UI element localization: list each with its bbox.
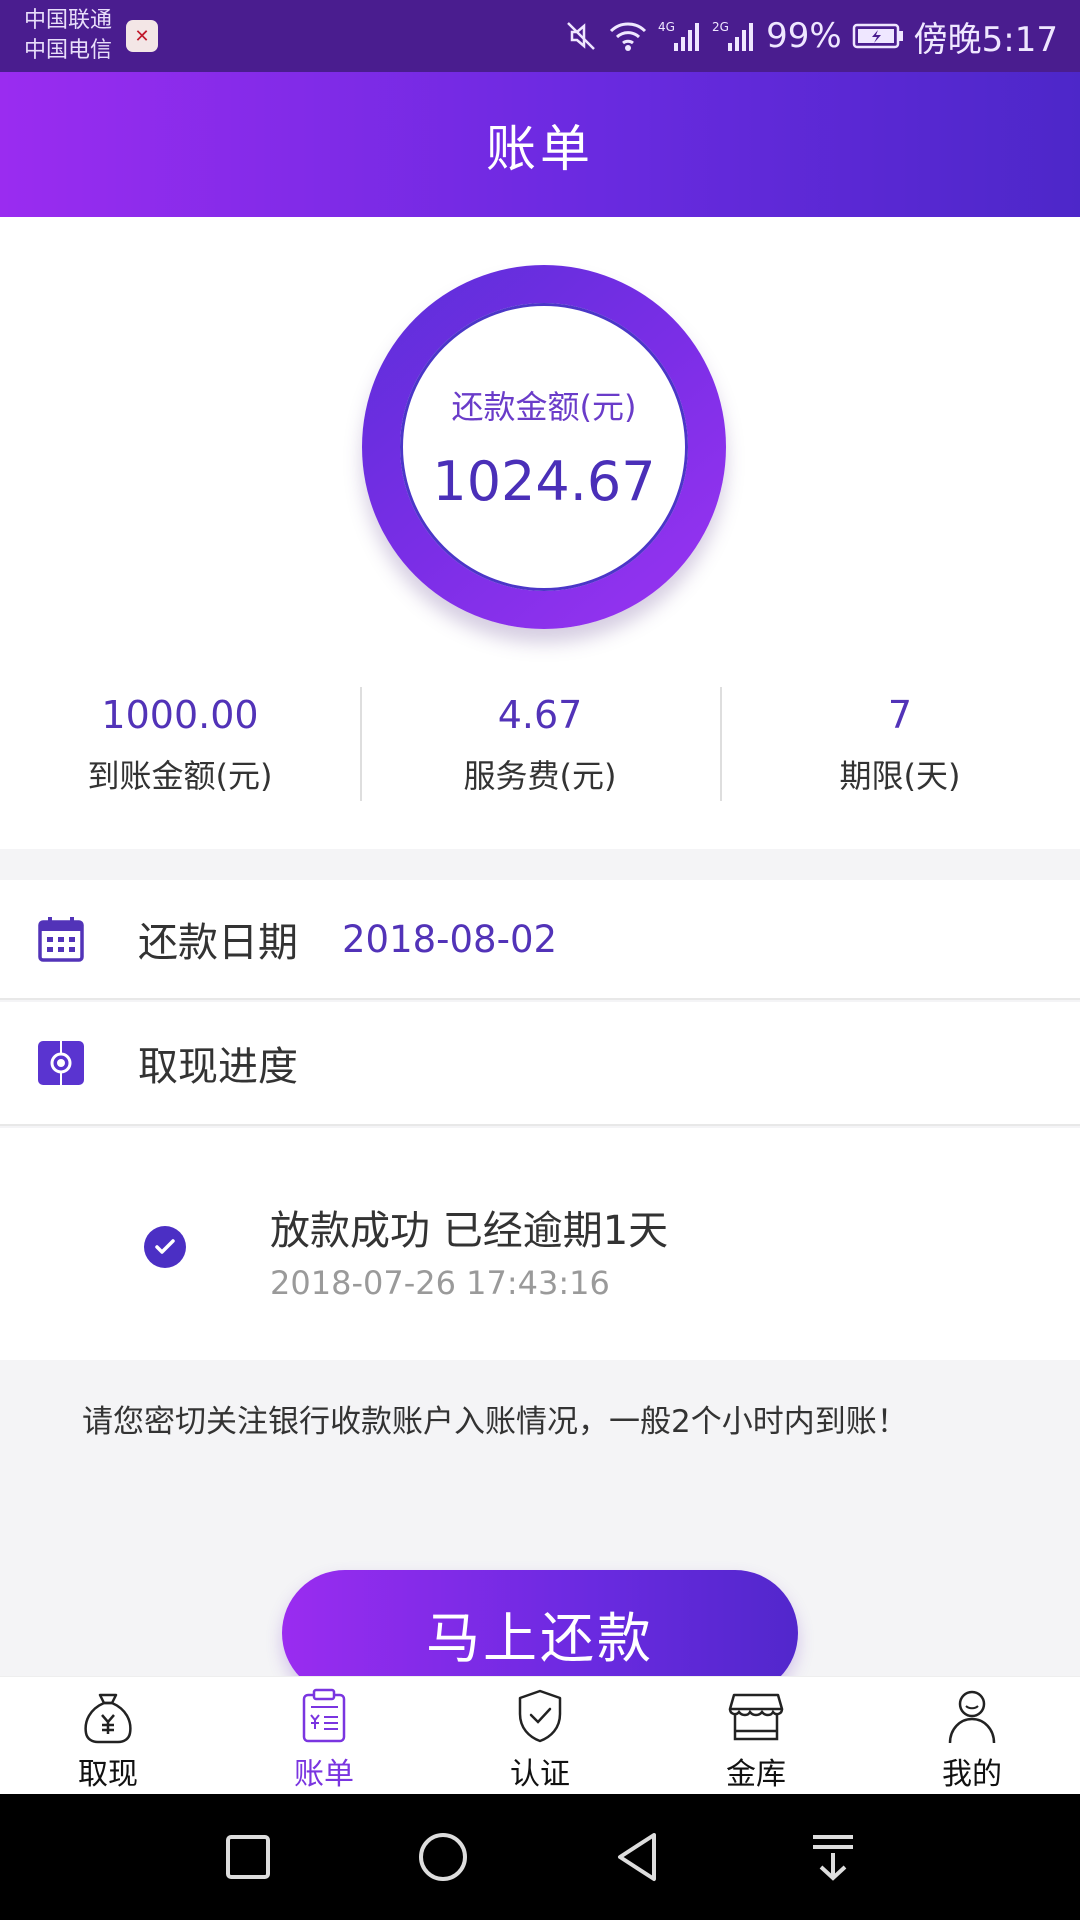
repay-date-label: 还款日期 [138, 920, 298, 966]
battery-icon [852, 21, 904, 51]
bill-icon [302, 1688, 346, 1743]
home-icon[interactable] [415, 1829, 471, 1885]
carrier-2: 中国电信 [24, 38, 113, 63]
bottom-tab-bar: 取现 账单 认证 金库 我的 [0, 1676, 1080, 1794]
tab-mine[interactable]: 我的 [864, 1677, 1080, 1794]
status-bar: 中国联通 中国电信 ✕ 4G 2G 99% 傍晚5:17 [0, 0, 1080, 72]
tab-label: 我的 [942, 1757, 1002, 1792]
carrier-app-icon: ✕ [126, 20, 158, 52]
stat-label: 期限(天) [839, 757, 961, 795]
tab-verify[interactable]: 认证 [432, 1677, 648, 1794]
repayment-amount-value: 1024.67 [432, 449, 656, 513]
stat-value: 4.67 [497, 693, 583, 737]
repayment-amount-label: 还款金额(元) [451, 387, 637, 426]
user-icon [948, 1690, 996, 1744]
shield-check-icon [518, 1689, 562, 1743]
stat-label: 到账金额(元) [87, 757, 273, 795]
signal-4g-icon: 4G [658, 19, 702, 53]
carrier-1: 中国联通 [24, 8, 113, 33]
notice-text: 请您密切关注银行收款账户入账情况，一般2个小时内到账！ [82, 1404, 908, 1440]
wifi-icon [608, 19, 648, 53]
tab-withdraw[interactable]: 取现 [0, 1677, 216, 1794]
recent-apps-icon[interactable] [220, 1829, 276, 1885]
repay-date-value: 2018-08-02 [342, 917, 558, 961]
system-nav-bar [0, 1794, 1080, 1920]
stat-value: 7 [887, 693, 913, 737]
battery-percent: 99% [766, 16, 842, 56]
page-title: 账单 [486, 119, 594, 178]
carrier-names: 中国联通 中国电信 [24, 6, 112, 66]
network-1-label: 4G [658, 20, 675, 34]
repay-date-row: 还款日期 2018-08-02 [0, 880, 1080, 1000]
store-icon [728, 1693, 784, 1741]
withdraw-progress-label: 取现进度 [138, 1044, 298, 1090]
notification-pull-down-icon[interactable] [805, 1829, 861, 1885]
stat-service-fee: 4.67 服务费(元) [360, 685, 720, 805]
money-bag-icon [84, 1693, 132, 1744]
progress-step-title: 放款成功 已经逾期1天 [270, 1208, 669, 1254]
tab-label: 账单 [294, 1757, 354, 1792]
clock: 傍晚5:17 [913, 19, 1058, 60]
app-header: 账单 [0, 72, 1080, 217]
tab-label: 取现 [78, 1757, 138, 1792]
tab-bill[interactable]: 账单 [216, 1677, 432, 1794]
stat-value: 1000.00 [101, 693, 259, 737]
signal-2g-icon: 2G [712, 19, 756, 53]
check-icon [144, 1226, 186, 1268]
bill-summary: 还款金额(元) 1024.67 1000.00 到账金额(元) 4.67 服务费… [0, 217, 1080, 849]
bill-stats: 1000.00 到账金额(元) 4.67 服务费(元) 7 期限(天) [0, 685, 1080, 805]
mute-icon [564, 19, 598, 53]
back-icon[interactable] [610, 1829, 666, 1885]
network-2-label: 2G [712, 20, 729, 34]
progress-step: 放款成功 已经逾期1天 2018-07-26 17:43:16 [0, 1128, 1080, 1360]
status-icons: 4G 2G 99% 傍晚5:17 [564, 0, 1058, 72]
withdraw-progress-row: 取现进度 [0, 1002, 1080, 1126]
calendar-icon [38, 917, 84, 962]
tab-vault[interactable]: 金库 [648, 1677, 864, 1794]
stat-label: 服务费(元) [463, 757, 617, 795]
tab-label: 金库 [726, 1757, 786, 1792]
stat-received-amount: 1000.00 到账金额(元) [0, 685, 360, 805]
stat-term: 7 期限(天) [720, 685, 1080, 805]
repayment-ring: 还款金额(元) 1024.67 [362, 265, 726, 629]
progress-step-time: 2018-07-26 17:43:16 [270, 1264, 610, 1302]
repayment-ring-center: 还款金额(元) 1024.67 [400, 303, 688, 591]
tab-label: 认证 [510, 1757, 570, 1792]
progress-icon [38, 1041, 84, 1085]
